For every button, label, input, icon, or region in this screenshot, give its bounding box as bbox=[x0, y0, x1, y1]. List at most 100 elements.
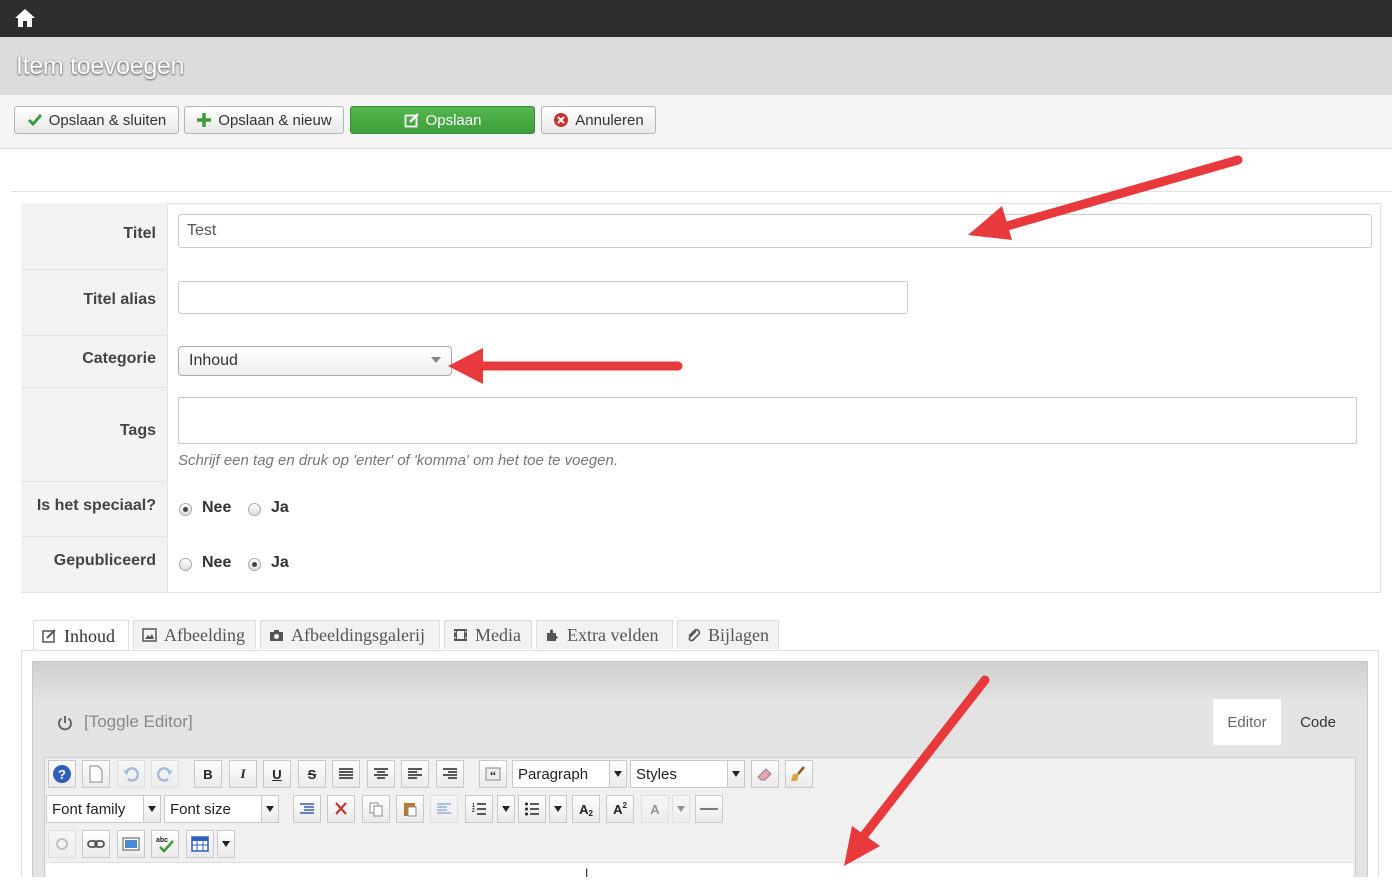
italic-icon[interactable]: I bbox=[229, 760, 257, 788]
home-icon[interactable] bbox=[13, 6, 37, 30]
chevron-down-icon bbox=[554, 806, 562, 812]
redo-icon[interactable] bbox=[151, 760, 179, 788]
text-color-icon[interactable]: A bbox=[641, 795, 669, 823]
editor-tab[interactable]: Editor bbox=[1213, 699, 1281, 745]
tab-label: Afbeeldingsgalerij bbox=[291, 624, 425, 645]
justify-icon[interactable] bbox=[332, 760, 360, 788]
cut-icon[interactable] bbox=[327, 795, 355, 823]
svg-text:abc: abc bbox=[156, 837, 168, 844]
anchor-icon[interactable] bbox=[48, 830, 76, 858]
tab-afbeeldingsgalerij[interactable]: Afbeeldingsgalerij bbox=[260, 620, 440, 649]
font-family-select[interactable]: Font family bbox=[46, 795, 144, 823]
published-no-radio[interactable] bbox=[179, 558, 192, 571]
camera-icon bbox=[270, 630, 283, 641]
save-new-button[interactable]: Opslaan & nieuw bbox=[184, 106, 344, 134]
tags-input[interactable] bbox=[178, 397, 1357, 444]
svg-text:“: “ bbox=[490, 768, 496, 781]
category-label: Categorie bbox=[82, 350, 156, 367]
font-size-dropdown-arrow[interactable] bbox=[261, 795, 279, 823]
format-dropdown-arrow[interactable] bbox=[609, 760, 627, 788]
table-icon[interactable] bbox=[186, 830, 214, 858]
row-divider bbox=[21, 387, 167, 388]
toggle-editor-link[interactable]: [Toggle Editor] bbox=[84, 712, 193, 732]
chevron-down-icon bbox=[502, 806, 510, 812]
text-color-dropdown-arrow[interactable] bbox=[672, 795, 690, 823]
alias-label: Titel alias bbox=[83, 291, 156, 308]
link-icon[interactable] bbox=[82, 830, 110, 858]
tab-label: Bijlagen bbox=[708, 624, 769, 645]
cancel-button[interactable]: Annuleren bbox=[541, 106, 656, 134]
outdent-icon[interactable] bbox=[430, 795, 458, 823]
page-title: Item toevoegen bbox=[16, 52, 185, 80]
help-icon[interactable]: ? bbox=[48, 760, 76, 788]
blockquote-icon[interactable]: “ bbox=[479, 760, 507, 788]
align-center-icon[interactable] bbox=[367, 760, 395, 788]
indent-icon[interactable] bbox=[293, 795, 321, 823]
plus-icon bbox=[196, 112, 212, 128]
align-right-icon[interactable] bbox=[436, 760, 464, 788]
check-icon bbox=[27, 112, 43, 128]
font-size-select[interactable]: Font size bbox=[164, 795, 262, 823]
edit-icon bbox=[42, 629, 56, 643]
tab-media[interactable]: Media bbox=[444, 620, 532, 649]
published-no-label[interactable]: Nee bbox=[202, 554, 231, 572]
save-close-button[interactable]: Opslaan & sluiten bbox=[14, 106, 179, 134]
undo-icon[interactable] bbox=[117, 760, 145, 788]
category-select[interactable]: Inhoud bbox=[178, 346, 452, 376]
image-icon[interactable] bbox=[117, 830, 145, 858]
cleanup-brush-icon[interactable] bbox=[785, 760, 813, 788]
save-close-label: Opslaan & sluiten bbox=[48, 111, 167, 129]
styles-dropdown-arrow[interactable] bbox=[727, 760, 745, 788]
alias-input[interactable] bbox=[178, 281, 908, 314]
numbered-list-dropdown-arrow[interactable] bbox=[497, 795, 515, 823]
image-icon bbox=[142, 628, 157, 642]
cancel-icon bbox=[553, 112, 569, 128]
numbered-list-icon[interactable]: 12 bbox=[465, 795, 493, 823]
underline-icon[interactable]: U bbox=[263, 760, 291, 788]
special-yes-label[interactable]: Ja bbox=[271, 499, 289, 517]
form-label-column bbox=[21, 203, 168, 592]
svg-text:2: 2 bbox=[472, 808, 475, 814]
horizontal-rule-icon[interactable] bbox=[695, 795, 723, 823]
bullet-list-icon[interactable] bbox=[518, 795, 546, 823]
tab-label: Inhoud bbox=[64, 625, 115, 646]
copy-icon[interactable] bbox=[362, 795, 390, 823]
published-yes-label[interactable]: Ja bbox=[271, 554, 289, 572]
align-left-icon[interactable] bbox=[401, 760, 429, 788]
new-document-icon[interactable] bbox=[82, 760, 110, 788]
bullet-list-dropdown-arrow[interactable] bbox=[549, 795, 567, 823]
spellcheck-icon[interactable]: abc bbox=[151, 830, 179, 858]
power-icon[interactable] bbox=[56, 714, 74, 732]
special-no-radio[interactable] bbox=[179, 503, 192, 516]
subscript-icon[interactable]: A2 bbox=[572, 795, 600, 823]
code-tab[interactable]: Code bbox=[1288, 699, 1348, 745]
chevron-down-icon bbox=[732, 771, 740, 777]
format-select[interactable]: Paragraph bbox=[512, 760, 610, 788]
row-divider bbox=[21, 335, 167, 336]
puzzle-icon bbox=[547, 629, 558, 641]
title-input[interactable]: Test bbox=[178, 214, 1372, 248]
edit-icon bbox=[404, 112, 420, 128]
editor-content-area[interactable] bbox=[46, 862, 1353, 877]
bold-icon[interactable]: B bbox=[194, 760, 222, 788]
styles-select[interactable]: Styles bbox=[630, 760, 728, 788]
eraser-icon[interactable] bbox=[751, 760, 779, 788]
paste-icon[interactable] bbox=[396, 795, 424, 823]
row-divider bbox=[21, 481, 167, 482]
film-icon bbox=[454, 629, 467, 641]
superscript-icon[interactable]: A2 bbox=[606, 795, 634, 823]
strikethrough-icon[interactable]: S bbox=[298, 760, 326, 788]
tab-bijlagen[interactable]: Bijlagen bbox=[677, 620, 779, 649]
published-yes-radio[interactable] bbox=[248, 558, 261, 571]
tab-label: Media bbox=[475, 624, 521, 645]
font-family-dropdown-arrow[interactable] bbox=[143, 795, 161, 823]
special-yes-radio[interactable] bbox=[248, 503, 261, 516]
save-label: Opslaan bbox=[425, 111, 482, 129]
save-button[interactable]: Opslaan bbox=[350, 106, 535, 134]
tab-inhoud[interactable]: Inhoud bbox=[33, 620, 129, 651]
special-no-label[interactable]: Nee bbox=[202, 499, 231, 517]
tab-afbeelding[interactable]: Afbeelding bbox=[133, 620, 256, 649]
table-dropdown-arrow[interactable] bbox=[217, 830, 235, 858]
tab-extra-velden[interactable]: Extra velden bbox=[536, 620, 673, 649]
cancel-label: Annuleren bbox=[575, 111, 644, 129]
